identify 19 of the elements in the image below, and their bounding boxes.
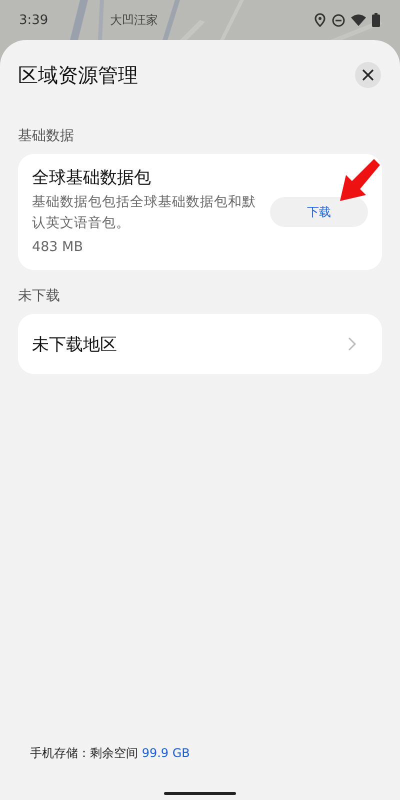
chevron-right-icon — [348, 337, 356, 351]
do-not-disturb-icon — [332, 14, 345, 26]
storage-free: 99.9 GB — [142, 746, 190, 760]
section-header: 基础数据 — [18, 127, 75, 145]
package-title: 全球基础数据包 — [32, 167, 152, 189]
package-description: 基础数据包包括全球基础数据包和默认英文语音包。 — [32, 193, 257, 233]
storage-label: 手机存储：剩余空间 — [30, 746, 139, 760]
region-list-item[interactable]: 未下载地区 — [18, 314, 382, 374]
wifi-icon — [351, 14, 366, 26]
download-button[interactable]: 下载 — [270, 197, 368, 227]
status-time: 3:39 — [19, 12, 48, 28]
section-header: 未下载 — [18, 287, 61, 305]
location-icon — [314, 13, 326, 27]
package-size: 483 MB — [32, 238, 84, 257]
close-icon — [362, 69, 374, 81]
battery-icon — [372, 13, 380, 27]
map-place-label: 大凹汪家 — [110, 12, 158, 28]
sheet-title: 区域资源管理 — [18, 62, 138, 88]
close-button[interactable] — [355, 62, 381, 88]
